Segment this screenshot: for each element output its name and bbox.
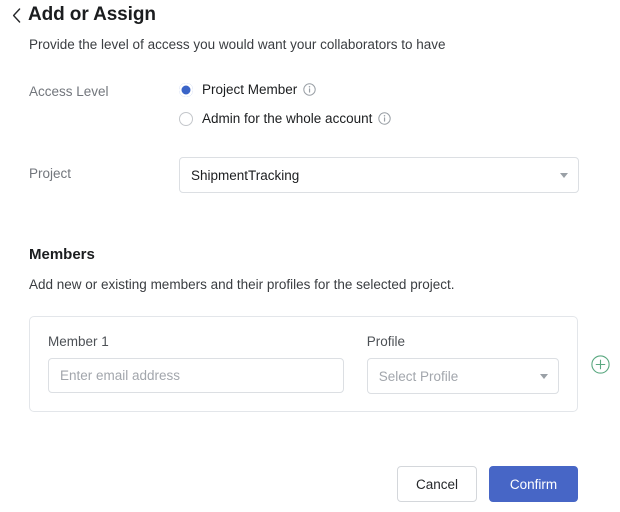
page-title: Add or Assign [28,4,156,25]
add-or-assign-dialog: Add or Assign Provide the level of acces… [0,0,620,512]
dialog-header: Add or Assign Provide the level of acces… [0,0,620,52]
profile-label: Profile [366,334,406,349]
access-level-label: Access Level [29,84,109,99]
member-email-column: Member 1 [48,334,344,394]
info-icon[interactable] [378,112,392,125]
plus-circle-icon[interactable] [591,355,610,374]
dialog-footer: Cancel Confirm [0,466,620,502]
radio-label-project-member: Project Member [202,82,298,97]
members-section-description: Add new or existing members and their pr… [29,277,455,292]
radio-indicator-selected[interactable] [179,82,193,97]
project-row: Project ShipmentTracking [29,157,579,193]
project-select-value: ShipmentTracking [191,167,300,183]
access-level-row: Access Level Project Member Admin for th… [29,82,392,126]
member-profile-column: Profile Select Profile [366,334,559,394]
access-level-radio-group: Project Member Admin for the whole accou… [179,82,392,126]
chevron-left-icon[interactable] [6,3,26,27]
project-label: Project [29,166,72,181]
radio-admin-whole-account[interactable]: Admin for the whole account [179,111,392,126]
radio-indicator-unselected[interactable] [179,111,193,126]
chevron-down-icon[interactable] [560,173,568,178]
project-select[interactable]: ShipmentTracking [179,157,579,193]
member-card-inner: Member 1 Profile Select Profile [30,317,577,394]
profile-select-value: Select Profile [378,368,459,384]
cancel-button[interactable]: Cancel [397,466,477,502]
confirm-button[interactable]: Confirm [489,466,578,502]
radio-label-admin-whole-account: Admin for the whole account [202,111,373,126]
profile-select[interactable]: Select Profile [366,358,559,394]
member-index-label: Member 1 [48,334,109,349]
dialog-subtitle: Provide the level of access you would wa… [29,37,446,52]
radio-project-member[interactable]: Project Member [179,82,391,97]
members-section-title: Members [29,246,95,263]
title-row: Add or Assign [0,0,620,27]
member-row-card: Member 1 Profile Select Profile [29,316,578,412]
info-icon[interactable] [303,83,316,96]
chevron-down-icon[interactable] [540,374,548,379]
member-email-input[interactable] [48,358,344,393]
